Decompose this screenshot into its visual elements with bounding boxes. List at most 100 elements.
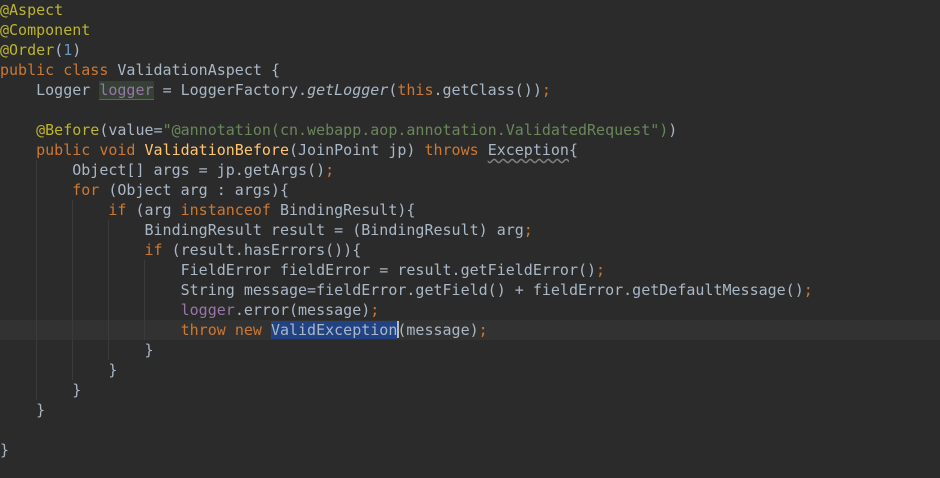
order-value: 1 (63, 41, 73, 59)
indent-guide (72, 280, 73, 300)
indent-guide (36, 260, 37, 280)
indent-guide (108, 260, 109, 280)
indent-guide (144, 280, 145, 300)
exception-type[interactable]: Exception (488, 141, 569, 159)
paren-open: ( (54, 41, 64, 59)
value-param: (value= (99, 121, 163, 139)
indent-guide (36, 160, 37, 180)
code-line-12[interactable]: BindingResult result = (BindingResult) a… (0, 220, 940, 240)
indent-guide (36, 240, 37, 260)
indent-guide (144, 260, 145, 280)
logger-field[interactable]: logger (181, 301, 235, 319)
indent-guide (72, 220, 73, 240)
class-name: ValidationAspect (117, 61, 262, 79)
method-name: ValidationBefore (144, 141, 290, 159)
get-logger-method: getLogger (307, 81, 389, 99)
component-annotation: @Component (0, 21, 91, 39)
indent-guide (36, 280, 37, 300)
indent-guide (36, 340, 37, 360)
indent-guide (72, 300, 73, 320)
code-line-11[interactable]: if (arg instanceof BindingResult){ (0, 200, 940, 220)
logger-factory: LoggerFactory. (180, 81, 308, 99)
field-error-statement: FieldError fieldError = result.getFieldE… (180, 261, 597, 279)
code-line-16[interactable]: logger.error(message); (0, 300, 940, 320)
indent-guide (72, 200, 73, 220)
paren-close: ) (72, 41, 82, 59)
semicolon: ; (803, 281, 813, 299)
indent-guide (144, 300, 145, 320)
code-line-1[interactable]: @Aspect (0, 0, 940, 20)
close-brace: } (72, 381, 82, 399)
keyword-if: if (108, 201, 127, 219)
keyword-public: public (36, 141, 91, 159)
code-line-19[interactable]: } (0, 360, 940, 380)
keyword-new: new (234, 321, 262, 339)
args-statement: Object[] args = jp.getArgs() (72, 161, 326, 179)
code-line-5[interactable]: Logger logger = LoggerFactory.getLogger(… (0, 80, 940, 100)
before-annotation: @Before (36, 121, 100, 139)
code-line-4[interactable]: public class ValidationAspect { (0, 60, 940, 80)
semicolon: ; (370, 301, 380, 319)
code-line-18[interactable]: } (0, 340, 940, 360)
code-line-23[interactable]: } (0, 440, 940, 460)
semicolon: ; (596, 261, 606, 279)
close-brace: } (36, 401, 46, 419)
code-line-7[interactable]: @Before(value="@annotation(cn.webapp.aop… (0, 120, 940, 140)
indent-guide (108, 340, 109, 360)
indent-guide (72, 240, 73, 260)
code-line-20[interactable]: } (0, 380, 940, 400)
message-statement: String message=fieldError.getField() + f… (180, 281, 804, 299)
keyword-for: for (72, 181, 100, 199)
pointcut-string: "@annotation(cn.webapp.aop.annotation.Va… (162, 121, 669, 139)
code-line-3[interactable]: @Order(1) (0, 40, 940, 60)
keyword-void: void (99, 141, 136, 159)
code-line-17[interactable]: throw new ValidException(message); (0, 320, 940, 340)
open-brace: { (568, 141, 578, 159)
keyword-throw: throw (180, 321, 226, 339)
semicolon: ; (523, 221, 533, 239)
code-line-10[interactable]: for (Object arg : args){ (0, 180, 940, 200)
code-line-14[interactable]: FieldError fieldError = result.getFieldE… (0, 260, 940, 280)
indent-guide (36, 300, 37, 320)
for-header: (Object arg : args){ (108, 181, 289, 199)
get-class-call: .getClass()) (433, 81, 542, 99)
indent-guide (144, 320, 145, 340)
semicolon: ; (541, 81, 551, 99)
logger-type: Logger (36, 81, 91, 99)
indent-guide (72, 260, 73, 280)
close-brace: } (108, 361, 118, 379)
assign-operator: = (162, 81, 172, 99)
code-editor[interactable]: @Aspect @Component @Order(1) public clas… (0, 0, 940, 478)
code-line-2[interactable]: @Component (0, 20, 940, 40)
code-line-9[interactable]: Object[] args = jp.getArgs(); (0, 160, 940, 180)
indent-guide (36, 200, 37, 220)
open-brace: { (270, 61, 280, 79)
code-line-8[interactable]: public void ValidationBefore(JoinPoint j… (0, 140, 940, 160)
close-brace: } (0, 441, 10, 459)
indent-guide (108, 240, 109, 260)
code-line-22[interactable] (0, 420, 940, 440)
keyword-instanceof: instanceof (180, 201, 271, 219)
keyword-if: if (144, 241, 163, 259)
order-annotation: @Order (0, 41, 55, 59)
method-params: (JoinPoint jp) (289, 141, 416, 159)
indent-guide (108, 320, 109, 340)
indent-guide (36, 360, 37, 380)
code-line-15[interactable]: String message=fieldError.getField() + f… (0, 280, 940, 300)
indent-guide (36, 320, 37, 340)
code-line-6[interactable] (0, 100, 940, 120)
logger-field[interactable]: logger (99, 81, 154, 100)
selected-exception-class[interactable]: ValidException (270, 321, 398, 339)
result-cast-statement: BindingResult result = (BindingResult) a… (144, 221, 524, 239)
indent-guide (36, 380, 37, 400)
code-line-21[interactable]: } (0, 400, 940, 420)
has-errors-condition: (result.hasErrors()){ (171, 241, 362, 259)
indent-guide (108, 300, 109, 320)
indent-guide (36, 180, 37, 200)
aspect-annotation: @Aspect (0, 1, 64, 19)
code-line-13[interactable]: if (result.hasErrors()){ (0, 240, 940, 260)
keyword-public: public (0, 61, 55, 79)
indent-guide (72, 340, 73, 360)
exception-args: (message) (397, 321, 479, 339)
keyword-this: this (397, 81, 434, 99)
